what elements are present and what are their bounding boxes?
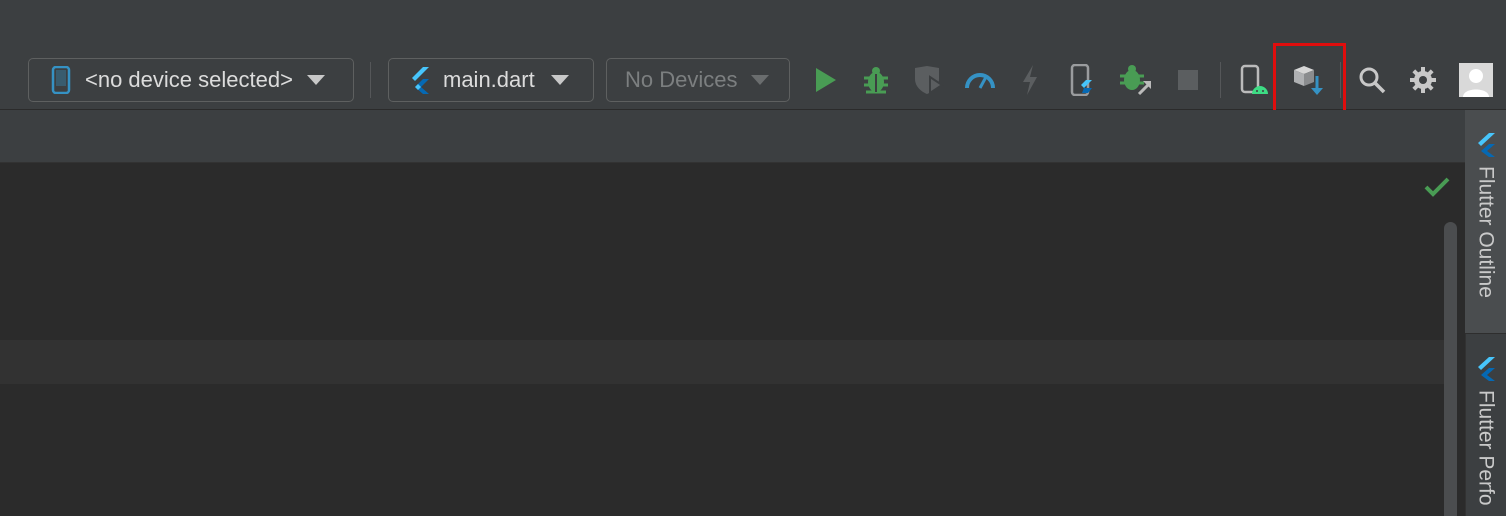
toolbar-separator [1340, 62, 1341, 98]
stop-icon [1178, 70, 1198, 90]
chevron-down-icon [550, 75, 569, 85]
current-line-highlight [0, 340, 1444, 384]
tab-flutter-outline-label: Flutter Outline [1474, 166, 1498, 298]
chevron-down-icon [306, 75, 325, 85]
chevron-down-icon [751, 75, 770, 85]
hot-reload-button[interactable] [1010, 60, 1050, 100]
hot-restart-button[interactable] [1062, 60, 1102, 100]
attach-debugger-button[interactable] [1116, 60, 1156, 100]
flutter-icon [409, 66, 431, 94]
device-selector-label: <no device selected> [85, 67, 293, 92]
highlight-box [1273, 43, 1346, 113]
devices-dropdown-label: No Devices [625, 67, 738, 92]
editor-tabs-bar [0, 110, 1465, 163]
shield-play-icon [915, 66, 944, 95]
tab-flutter-outline[interactable]: Flutter Outline [1465, 110, 1506, 333]
run-config-label: main.dart [443, 67, 535, 92]
devices-dropdown[interactable]: No Devices [606, 58, 790, 102]
stop-button[interactable] [1168, 60, 1208, 100]
android-device-icon [1240, 64, 1268, 94]
bug-icon [864, 67, 888, 94]
toolbar-separator [370, 62, 371, 98]
play-icon [816, 68, 836, 92]
tab-flutter-performance[interactable]: Flutter Perfo [1465, 334, 1506, 516]
flutter-icon [1477, 133, 1495, 157]
checkmark-icon[interactable] [1424, 176, 1450, 203]
profile-button[interactable] [960, 60, 1000, 100]
gear-icon [1410, 67, 1436, 93]
run-with-coverage-button[interactable] [908, 60, 948, 100]
settings-button[interactable] [1403, 60, 1443, 100]
flutter-icon [1477, 357, 1495, 381]
tab-flutter-performance-label: Flutter Perfo [1474, 390, 1498, 506]
lightning-icon [1023, 65, 1037, 95]
avatar-icon [1459, 63, 1493, 97]
device-selector-dropdown[interactable]: <no device selected> [28, 58, 354, 102]
device-manager-button[interactable] [1234, 60, 1274, 100]
editor-scrollbar[interactable] [1444, 222, 1457, 516]
bug-arrow-icon [1120, 65, 1152, 96]
account-button[interactable] [1456, 60, 1496, 100]
run-button[interactable] [805, 60, 845, 100]
toolbar-separator [1220, 62, 1221, 98]
run-config-dropdown[interactable]: main.dart [388, 58, 594, 102]
debug-button[interactable] [856, 60, 896, 100]
phone-icon [51, 66, 71, 94]
search-icon [1359, 67, 1386, 94]
speedometer-icon [965, 73, 995, 89]
phone-flutter-icon [1070, 64, 1092, 96]
search-button[interactable] [1352, 60, 1392, 100]
